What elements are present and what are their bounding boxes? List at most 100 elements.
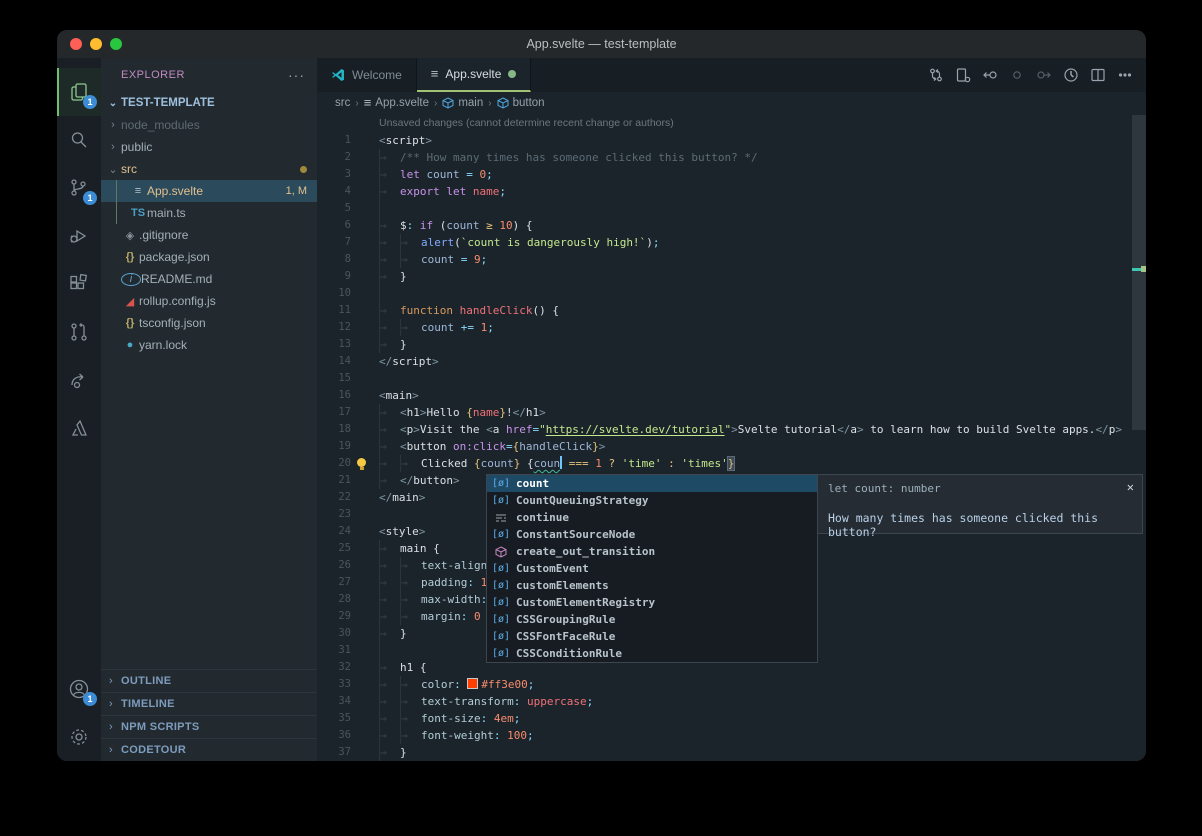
workspace-root-label: TEST-TEMPLATE <box>121 97 215 109</box>
more-actions-icon[interactable] <box>1116 66 1134 84</box>
tree-item-yarn-lock[interactable]: ●yarn.lock <box>101 334 317 356</box>
split-editor-icon[interactable] <box>1089 66 1107 84</box>
line-number: 30 <box>317 625 351 642</box>
tree-item-node-modules[interactable]: ›node_modules <box>101 114 317 136</box>
suggestion-cssgroupingrule[interactable]: [ø]CSSGroupingRule <box>487 611 817 628</box>
code-line-11[interactable]: 11→function handleClick() { <box>317 302 1146 319</box>
code-line-3[interactable]: 3→let count = 0; <box>317 166 1146 183</box>
code-line-5[interactable]: 5 <box>317 200 1146 217</box>
breadcrumb-main[interactable]: main <box>442 97 483 109</box>
gitlens-annotation[interactable]: Unsaved changes (cannot determine recent… <box>379 117 674 129</box>
breadcrumb-src[interactable]: src <box>335 97 350 109</box>
code-line-1[interactable]: 1<script> <box>317 132 1146 149</box>
suggestion-label: count <box>516 477 549 490</box>
code-line-17[interactable]: 17→<h1>Hello {name}!</h1> <box>317 404 1146 421</box>
navigate-forward-icon[interactable] <box>1035 66 1053 84</box>
unsaved-changes-dot[interactable] <box>508 70 516 78</box>
sidebar-section-codetour[interactable]: ›CODETOUR <box>101 738 317 761</box>
suggestion-signature: let count: number <box>828 482 941 495</box>
sidebar-more-actions-icon[interactable]: ··· <box>288 67 305 83</box>
code-line-34[interactable]: 34→→text-transform: uppercase; <box>317 693 1146 710</box>
code-line-6[interactable]: 6→$: if (count ≥ 10) { <box>317 217 1146 234</box>
code-line-9[interactable]: 9→} <box>317 268 1146 285</box>
suggestion-constantsourcenode[interactable]: [ø]ConstantSourceNode <box>487 526 817 543</box>
json-file-icon: {} <box>121 317 139 329</box>
tree-item-app-svelte[interactable]: ≡App.svelte1, M <box>101 180 317 202</box>
code-text: →main { <box>379 540 440 557</box>
title-bar: App.svelte — test-template <box>57 30 1146 58</box>
code-line-19[interactable]: 19→<button on:click={handleClick}> <box>317 438 1146 455</box>
svelte-file-icon: ≡ <box>431 69 439 79</box>
open-changes-icon[interactable] <box>954 66 972 84</box>
code-line-15[interactable]: 15 <box>317 370 1146 387</box>
workspace-root-folder[interactable]: ⌄ TEST-TEMPLATE <box>101 92 317 114</box>
code-line-33[interactable]: 33→→color: #ff3e00; <box>317 676 1146 693</box>
activity-source-control[interactable]: 1 <box>57 164 101 212</box>
suggestion-count[interactable]: [ø]count <box>487 475 817 492</box>
circle-icon[interactable] <box>1008 66 1026 84</box>
code-line-14[interactable]: 14</script> <box>317 353 1146 370</box>
code-line-35[interactable]: 35→→font-size: 4em; <box>317 710 1146 727</box>
code-line-36[interactable]: 36→→font-weight: 100; <box>317 727 1146 744</box>
tree-item-tsconfig-json[interactable]: {}tsconfig.json <box>101 312 317 334</box>
close-icon[interactable]: ✕ <box>1127 480 1134 494</box>
chevron-right-icon: › <box>105 119 121 131</box>
suggestion-cssconditionrule[interactable]: [ø]CSSConditionRule <box>487 645 817 662</box>
activity-search[interactable] <box>57 116 101 164</box>
code-editor[interactable]: Unsaved changes (cannot determine recent… <box>317 114 1146 761</box>
code-line-16[interactable]: 16<main> <box>317 387 1146 404</box>
window-title: App.svelte — test-template <box>57 30 1146 58</box>
breadcrumb-app-svelte[interactable]: ≡ App.svelte <box>364 97 429 109</box>
lightbulb-icon[interactable] <box>357 458 366 467</box>
sidebar-section-npm-scripts[interactable]: ›NPM SCRIPTS <box>101 715 317 738</box>
navigate-back-icon[interactable] <box>981 66 999 84</box>
tree-item-package-json[interactable]: {}package.json <box>101 246 317 268</box>
code-line-37[interactable]: 37→} <box>317 744 1146 761</box>
code-line-4[interactable]: 4→export let name; <box>317 183 1146 200</box>
activity-github-pull-requests[interactable] <box>57 308 101 356</box>
code-line-18[interactable]: 18→<p>Visit the <a href="https://svelte.… <box>317 421 1146 438</box>
code-lines: 1<script>2→/** How many times has someon… <box>317 132 1146 761</box>
tree-item-main-ts[interactable]: TSmain.ts <box>101 202 317 224</box>
compare-changes-icon[interactable] <box>927 66 945 84</box>
tree-item-rollup-config-js[interactable]: ◢rollup.config.js <box>101 290 317 312</box>
scrollbar-thumb[interactable] <box>1132 115 1146 430</box>
code-line-2[interactable]: 2→/** How many times has someone clicked… <box>317 149 1146 166</box>
suggestion-customevent[interactable]: [ø]CustomEvent <box>487 560 817 577</box>
activity-explorer[interactable]: 1 <box>57 68 101 116</box>
activity-azure[interactable] <box>57 404 101 452</box>
suggestion-continue[interactable]: continue <box>487 509 817 526</box>
suggestion-customelements[interactable]: [ø]customElements <box>487 577 817 594</box>
symbol-module-icon <box>491 546 511 558</box>
tab-app-svelte[interactable]: ≡ App.svelte <box>417 58 532 92</box>
sidebar-section-outline[interactable]: ›OUTLINE <box>101 669 317 692</box>
suggestion-cssfontfacerule[interactable]: [ø]CSSFontFaceRule <box>487 628 817 645</box>
tree-item-readme-md[interactable]: iREADME.md <box>101 268 317 290</box>
code-line-13[interactable]: 13→} <box>317 336 1146 353</box>
tree-item-public[interactable]: ›public <box>101 136 317 158</box>
tab-welcome[interactable]: Welcome <box>317 58 417 92</box>
activity-settings[interactable] <box>57 713 101 761</box>
code-text: →} <box>379 336 407 353</box>
suggestion-countqueuingstrategy[interactable]: [ø]CountQueuingStrategy <box>487 492 817 509</box>
tree-item--gitignore[interactable]: ◈.gitignore <box>101 224 317 246</box>
line-number: 32 <box>317 659 351 676</box>
activity-extensions[interactable] <box>57 260 101 308</box>
code-line-20[interactable]: 20→→Clicked {count} {coun === 1 ? 'time'… <box>317 455 1146 472</box>
tree-item-src[interactable]: ⌄src <box>101 158 317 180</box>
code-line-8[interactable]: 8→→count = 9; <box>317 251 1146 268</box>
run-file-icon[interactable] <box>1062 66 1080 84</box>
suggestion-create_out_transition[interactable]: create_out_transition <box>487 543 817 560</box>
activity-accounts[interactable]: 1 <box>57 665 101 713</box>
code-line-12[interactable]: 12→→count += 1; <box>317 319 1146 336</box>
breadcrumb-button[interactable]: button <box>497 97 545 109</box>
sidebar-section-timeline[interactable]: ›TIMELINE <box>101 692 317 715</box>
activity-run-debug[interactable] <box>57 212 101 260</box>
activity-live-share[interactable] <box>57 356 101 404</box>
code-line-7[interactable]: 7→→alert(`count is dangerously high!`); <box>317 234 1146 251</box>
code-line-10[interactable]: 10 <box>317 285 1146 302</box>
symbol-variable-icon: [ø] <box>491 648 511 659</box>
line-number: 37 <box>317 744 351 761</box>
suggestion-customelementregistry[interactable]: [ø]CustomElementRegistry <box>487 594 817 611</box>
line-number: 19 <box>317 438 351 455</box>
